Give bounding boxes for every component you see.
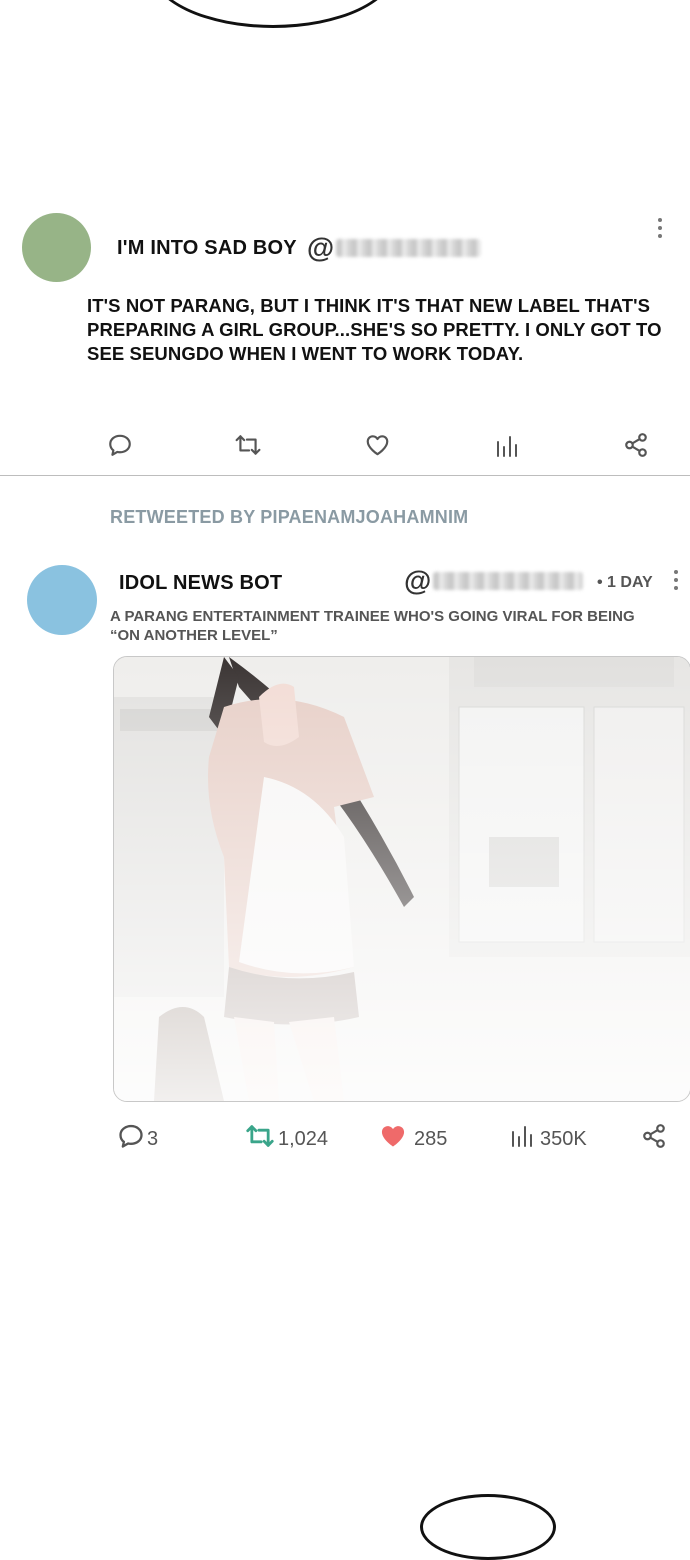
- speech-bubble-bottom: [420, 1494, 556, 1560]
- tweet2-handle[interactable]: @: [404, 565, 584, 597]
- tweet1-views-icon[interactable]: [495, 433, 519, 459]
- tweet2-handle-redacted: [433, 572, 584, 590]
- tweet1-reply-icon[interactable]: [107, 432, 133, 458]
- tweet2-more-icon[interactable]: [672, 570, 680, 590]
- tweet1-handle-redacted: [336, 239, 482, 257]
- tweet2-like-button[interactable]: 285: [378, 1122, 447, 1156]
- tweet1-like-icon[interactable]: [364, 432, 391, 458]
- tweet1-header: I'M INTO SAD BOY @: [117, 232, 482, 264]
- retweet-icon: [244, 1122, 276, 1156]
- views-icon: [510, 1122, 534, 1156]
- tweet2-display-name[interactable]: IDOL NEWS BOT: [119, 572, 282, 595]
- tweet2-reply-button[interactable]: 3: [117, 1122, 158, 1156]
- tweet1-handle[interactable]: @: [306, 232, 482, 264]
- tweet2-retweet-button[interactable]: 1,024: [244, 1122, 328, 1156]
- tweet1-avatar[interactable]: [22, 213, 91, 282]
- tweet1-body: IT'S NOT PARANG, BUT I THINK IT'S THAT N…: [87, 295, 662, 364]
- heart-filled-icon: [378, 1122, 408, 1156]
- tweet2-timestamp[interactable]: • 1 DAY: [597, 574, 653, 592]
- tweet-divider: [0, 475, 690, 476]
- views-count: 350K: [540, 1127, 587, 1150]
- tweet1-share-icon[interactable]: [623, 431, 649, 459]
- like-count: 285: [414, 1127, 448, 1150]
- tweet1-handle-prefix: @: [306, 232, 335, 263]
- tweet1-display-name[interactable]: I'M INTO SAD BOY: [117, 237, 297, 260]
- tweet1-retweet-icon[interactable]: [233, 432, 263, 458]
- tweet2-share-icon[interactable]: [641, 1122, 667, 1150]
- tweet2-avatar[interactable]: [27, 565, 97, 635]
- tweet2-views-button[interactable]: 350K: [510, 1122, 587, 1156]
- speech-bubble-top: [150, 0, 396, 28]
- retweeted-by-label[interactable]: RETWEETED BY PIPAENAMJOAHAMNIM: [110, 507, 468, 528]
- tweet2-media-image[interactable]: [113, 656, 690, 1102]
- tweet2-body: A PARANG ENTERTAINMENT TRAINEE WHO'S GOI…: [110, 608, 635, 644]
- tweet2-handle-prefix: @: [404, 565, 432, 596]
- reply-count: 3: [147, 1127, 159, 1150]
- reply-icon: [117, 1122, 145, 1156]
- tweet1-more-icon[interactable]: [656, 218, 664, 238]
- retweet-count: 1,024: [278, 1127, 329, 1150]
